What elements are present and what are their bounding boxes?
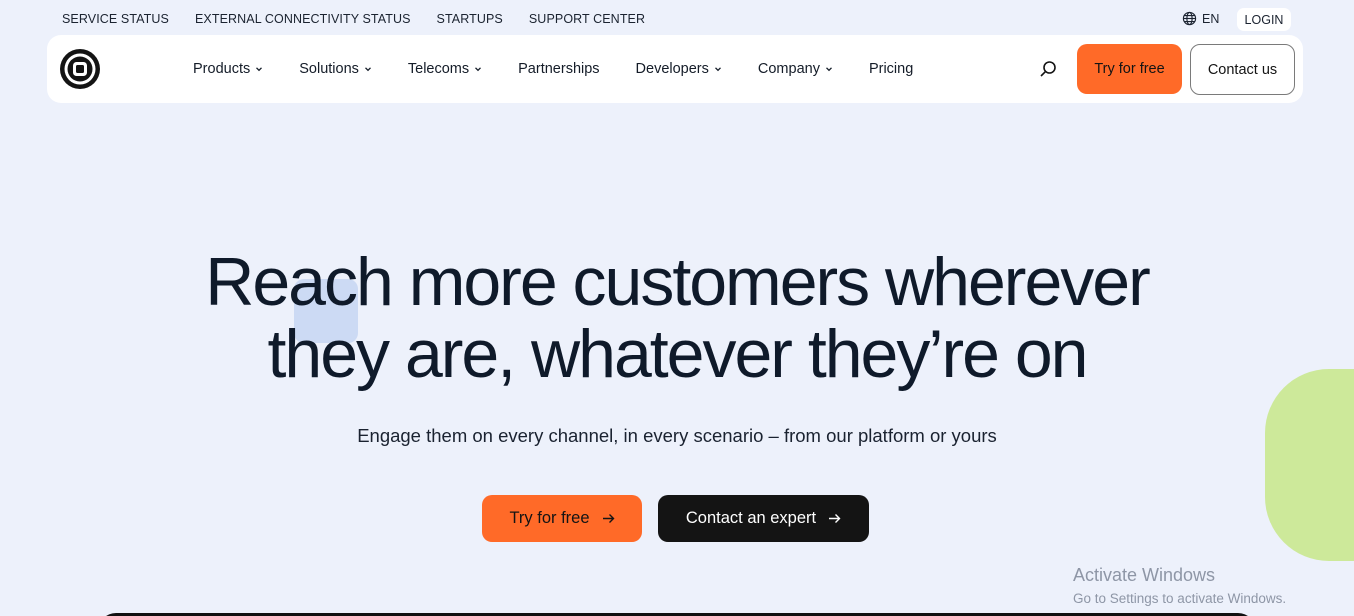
language-selector[interactable]: EN [1182,11,1219,26]
hero-title-line-2: they are, whatever they’re on [267,316,1089,392]
nav-item-label: Company [757,61,820,77]
nav-item-pricing[interactable]: Pricing [869,61,913,77]
utility-links: SERVICE STATUS EXTERNAL CONNECTIVITY STA… [62,12,645,26]
windows-activation-watermark: Activate Windows Go to Settings to activ… [1073,565,1286,606]
nav-menu: Products Solutions Telecoms Partnerships… [193,35,949,103]
nav-item-solutions[interactable]: Solutions [299,61,372,77]
arrow-right-icon [602,514,615,523]
chevron-down-icon [364,67,371,72]
watermark-title: Activate Windows [1073,565,1216,585]
utility-link-service-status[interactable]: SERVICE STATUS [62,12,169,26]
nav-item-label: Pricing [868,61,914,77]
nav-contact-us-button[interactable]: Contact us [1190,44,1295,95]
nav-item-label: Telecoms [407,61,470,77]
button-label: Try for free [509,509,590,527]
nav-item-label: Products [193,61,251,77]
button-label: Contact an expert [685,509,817,527]
nav-item-label: Partnerships [518,61,600,77]
nav-item-products[interactable]: Products [193,61,263,77]
nav-item-company[interactable]: Company [758,61,833,77]
nav-try-for-free-button[interactable]: Try for free [1077,44,1182,94]
chevron-down-icon [256,67,263,72]
watermark-subtitle: Go to Settings to activate Windows. [1073,591,1287,606]
utility-link-startups[interactable]: STARTUPS [437,12,503,26]
nav-item-telecoms[interactable]: Telecoms [408,61,482,77]
nav-item-developers[interactable]: Developers [636,61,722,77]
utility-bar: SERVICE STATUS EXTERNAL CONNECTIVITY STA… [0,0,1354,36]
hero-try-for-free-button[interactable]: Try for free [482,495,642,542]
chevron-down-icon [475,67,482,72]
main-navbar: Products Solutions Telecoms Partnerships… [47,35,1303,103]
utility-link-support-center[interactable]: SUPPORT CENTER [529,12,645,26]
nav-item-label: Developers [635,61,709,77]
utility-link-external-connectivity-status[interactable]: EXTERNAL CONNECTIVITY STATUS [195,12,411,26]
chevron-down-icon [714,67,721,72]
logo-icon[interactable] [59,48,101,90]
chevron-down-icon [825,67,832,72]
arrow-right-icon [829,514,841,523]
hero-subtitle: Engage them on every channel, in every s… [357,425,997,446]
language-label: EN [1202,11,1220,26]
decorative-green-shape [1265,369,1354,561]
search-icon[interactable] [1038,59,1058,79]
hero-contact-expert-button[interactable]: Contact an expert [658,495,869,542]
globe-icon [1182,11,1197,26]
login-button[interactable]: LOGIN [1237,8,1291,31]
nav-item-partnerships[interactable]: Partnerships [518,61,599,77]
nav-item-label: Solutions [299,61,359,77]
hero-title-line-1: Reach more customers wherever [205,244,1150,320]
hero-title: Reach more customers wherever they are, … [0,246,1354,390]
hero-cta-row: Try for free Contact an expert [482,495,869,542]
